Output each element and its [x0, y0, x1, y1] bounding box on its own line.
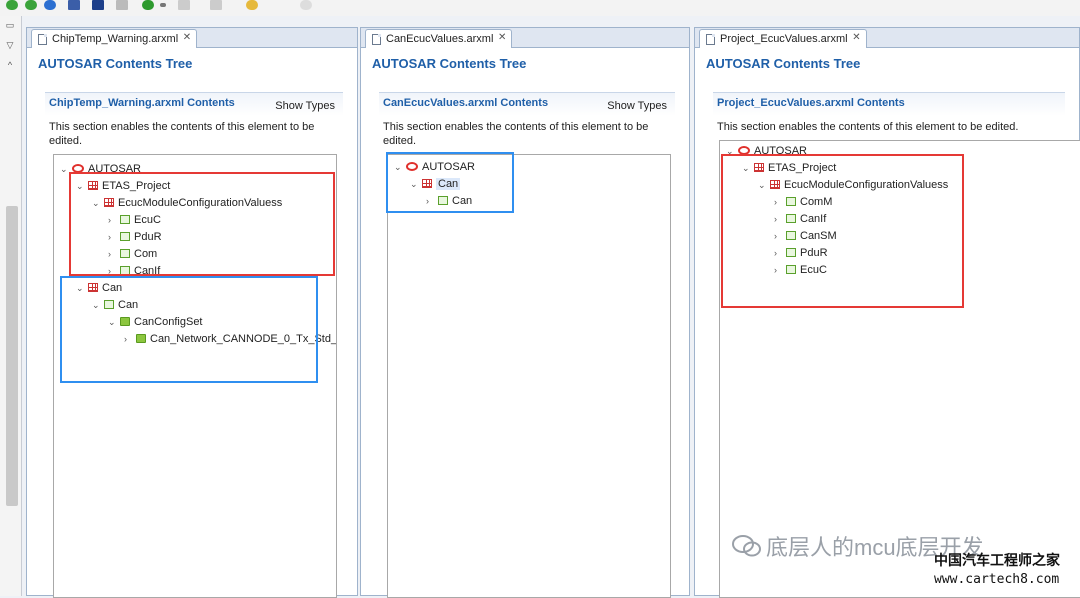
section-description: This section enables the contents of thi…: [717, 121, 1019, 133]
contents-section: Project_EcucValues.arxml Contents This s…: [713, 92, 1065, 133]
collapse-view-icon[interactable]: ▽: [4, 40, 16, 50]
arxml-file-icon: [372, 34, 381, 45]
wechat-logo-icon: [732, 535, 761, 557]
left-trim-bar: ▭ ▽ ^: [0, 16, 22, 596]
image-icon[interactable]: [68, 0, 80, 10]
section-header: CanEcucValues.arxml Contents Show Types: [379, 92, 675, 116]
section-header: ChipTemp_Warning.arxml Contents Show Typ…: [45, 92, 343, 116]
highlight-box-blue: [386, 152, 514, 213]
tab-chiptemp-warning[interactable]: ChipTemp_Warning.arxml ✕: [31, 29, 198, 48]
show-types-link[interactable]: Show Types: [607, 100, 667, 112]
tab-strip: Project_EcucValues.arxml ✕: [695, 28, 1079, 48]
tab-strip: CanEcucValues.arxml ✕: [361, 28, 689, 48]
tab-can-ecuc-values[interactable]: CanEcucValues.arxml ✕: [365, 29, 513, 48]
close-icon[interactable]: ✕: [498, 32, 506, 43]
up-nav-icon[interactable]: [210, 0, 222, 10]
run-icon[interactable]: [142, 0, 154, 10]
section-title[interactable]: ChipTemp_Warning.arxml Contents: [49, 97, 235, 109]
tab-label: Project_EcucValues.arxml: [720, 33, 848, 45]
section-title[interactable]: CanEcucValues.arxml Contents: [383, 97, 548, 109]
run-green-icon[interactable]: [6, 0, 18, 10]
contents-section: ChipTemp_Warning.arxml Contents Show Typ…: [45, 92, 343, 147]
scroll-up-icon[interactable]: ^: [4, 60, 16, 70]
highlight-box-blue: [60, 276, 318, 383]
section-description: This section enables the contents of thi…: [383, 121, 649, 147]
vertical-scrollbar[interactable]: [6, 206, 18, 506]
cartech-logo-text: 中国汽车工程师之家: [934, 552, 1060, 568]
show-types-link[interactable]: Show Types: [275, 100, 335, 112]
tab-project-ecuc-values[interactable]: Project_EcucValues.arxml ✕: [699, 29, 867, 48]
page-title: AUTOSAR Contents Tree: [38, 56, 193, 71]
debug-green-icon[interactable]: [25, 0, 37, 10]
contents-section: CanEcucValues.arxml Contents Show Types …: [379, 92, 675, 147]
main-toolbar: [0, 0, 1080, 16]
editor-can-ecuc-values: CanEcucValues.arxml ✕ AUTOSAR Contents T…: [360, 27, 690, 598]
section-description: This section enables the contents of thi…: [49, 121, 315, 147]
tab-strip: ChipTemp_Warning.arxml ✕: [27, 28, 357, 48]
back-icon[interactable]: [246, 0, 258, 10]
cartech-url: www.cartech8.com: [934, 572, 1060, 587]
arxml-file-icon: [706, 34, 715, 45]
close-icon[interactable]: ✕: [852, 32, 860, 43]
section-header: Project_EcucValues.arxml Contents: [713, 92, 1065, 116]
tab-label: ChipTemp_Warning.arxml: [52, 33, 179, 45]
arxml-file-icon: [38, 34, 47, 45]
doc-icon[interactable]: [116, 0, 128, 10]
r-icon[interactable]: [92, 0, 104, 10]
restore-view-icon[interactable]: ▭: [4, 20, 16, 30]
forward-icon[interactable]: [300, 0, 312, 10]
highlight-box-red: [69, 172, 335, 276]
menu-arrow-icon[interactable]: [160, 3, 166, 7]
section-title[interactable]: Project_EcucValues.arxml Contents: [717, 97, 905, 109]
settings-blue-icon[interactable]: [44, 0, 56, 10]
close-icon[interactable]: ✕: [183, 32, 191, 43]
down-nav-icon[interactable]: [178, 0, 190, 10]
page-title: AUTOSAR Contents Tree: [706, 56, 861, 71]
editor-project-ecuc-values: Project_EcucValues.arxml ✕ AUTOSAR Conte…: [694, 27, 1080, 598]
page-title: AUTOSAR Contents Tree: [372, 56, 527, 71]
contents-tree[interactable]: ⌄ AUTOSAR ⌄ Can › Can: [387, 154, 671, 598]
tab-label: CanEcucValues.arxml: [386, 33, 494, 45]
highlight-box-red: [721, 154, 964, 308]
